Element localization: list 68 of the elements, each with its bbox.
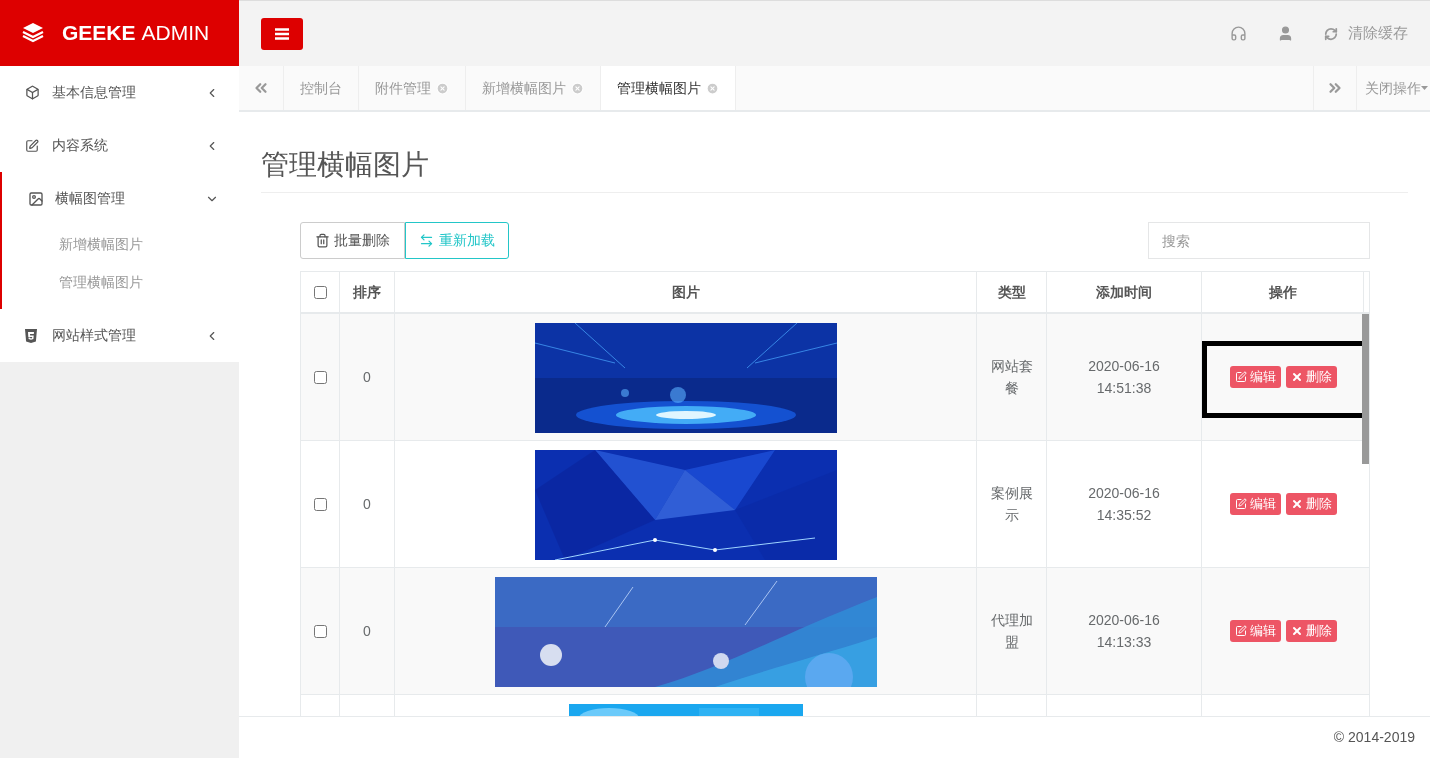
reload-button[interactable]: 重新加载 (405, 222, 509, 259)
delete-button[interactable]: 删除 (1285, 366, 1337, 388)
select-all-checkbox[interactable] (313, 285, 327, 299)
swap-icon (419, 233, 434, 248)
order-cell-text: 0 (363, 621, 371, 641)
copyright-text: © 2014-2019 (1333, 728, 1415, 747)
caret-icon (1421, 86, 1428, 90)
delete-button[interactable]: 删除 (1285, 620, 1337, 642)
time-text: 14:35:52 (1096, 506, 1152, 525)
refresh-icon (1324, 26, 1338, 41)
edit-button[interactable]: 编辑 (1229, 366, 1281, 388)
sidebar-item[interactable]: 网站样式管理 (0, 309, 239, 362)
edit-icon (25, 138, 39, 153)
brand-suffix: ADMIN (141, 20, 210, 47)
column-header: 添加时间 (1047, 272, 1202, 312)
clear-cache-button[interactable]: 清除缓存 (1324, 22, 1408, 45)
column-header: 操作 (1202, 272, 1364, 312)
row-checkbox[interactable] (313, 370, 327, 384)
image-icon (28, 190, 44, 207)
tab[interactable]: 附件管理 (359, 66, 466, 110)
type-cell-text: 案例展示 (989, 484, 1034, 525)
close-icon[interactable] (706, 81, 719, 95)
layers-icon (22, 22, 44, 44)
search-field[interactable]: 搜索 (1148, 222, 1370, 259)
menu-icon (275, 27, 289, 40)
sidebar-item[interactable]: 内容系统 (0, 119, 239, 172)
close-icon (1290, 371, 1303, 383)
edit-button[interactable]: 编辑 (1229, 493, 1281, 515)
headset-icon[interactable] (1230, 25, 1247, 42)
close-icon (1290, 625, 1303, 637)
delete-button[interactable]: 删除 (1285, 493, 1337, 515)
edit-button[interactable]: 编辑 (1229, 620, 1281, 642)
date-text: 2020-06-16 (1088, 484, 1160, 503)
type-cell-text: 代理加盟 (989, 611, 1034, 652)
column-header: 排序 (340, 272, 395, 312)
batch-delete-button[interactable]: 批量删除 (300, 222, 405, 259)
edit-icon (1234, 625, 1247, 637)
column-header: 图片 (395, 272, 977, 312)
type-cell-text: 网站套餐 (989, 357, 1034, 398)
page-title: 管理横幅图片 (261, 112, 1408, 193)
close-icon (1290, 498, 1303, 510)
close-menu-dropdown[interactable]: 关闭操作 (1357, 66, 1430, 110)
close-icon[interactable] (436, 81, 449, 95)
trash-icon (315, 233, 330, 248)
date-text: 2020-06-16 (1088, 357, 1160, 376)
edit-icon (1234, 371, 1247, 383)
sidebar-item[interactable]: 基本信息管理 (0, 66, 239, 119)
cube-icon (25, 85, 40, 100)
sidebar-item[interactable]: 横幅图管理 (2, 172, 239, 225)
tab[interactable]: 控制台 (284, 66, 359, 110)
column-header: 类型 (977, 272, 1047, 312)
time-text: 14:13:33 (1096, 633, 1152, 652)
date-text: 2020-06-16 (1088, 611, 1160, 630)
scroll-right-button[interactable] (1313, 66, 1357, 110)
edit-icon (1234, 498, 1247, 510)
time-text: 14:51:38 (1096, 379, 1152, 398)
user-icon[interactable] (1277, 25, 1294, 42)
order-cell-text: 0 (363, 367, 371, 387)
row-checkbox[interactable] (313, 624, 327, 638)
submenu-item[interactable]: 管理横幅图片 (2, 263, 239, 301)
brand-name: GEEKE (62, 20, 136, 47)
order-cell-text: 0 (363, 494, 371, 514)
submenu-item[interactable]: 新增横幅图片 (2, 225, 239, 263)
tab[interactable]: 管理横幅图片 (601, 66, 736, 110)
close-icon[interactable] (571, 81, 584, 95)
row-checkbox[interactable] (313, 497, 327, 511)
menu-toggle-button[interactable] (261, 17, 303, 50)
html5-icon (25, 328, 37, 343)
